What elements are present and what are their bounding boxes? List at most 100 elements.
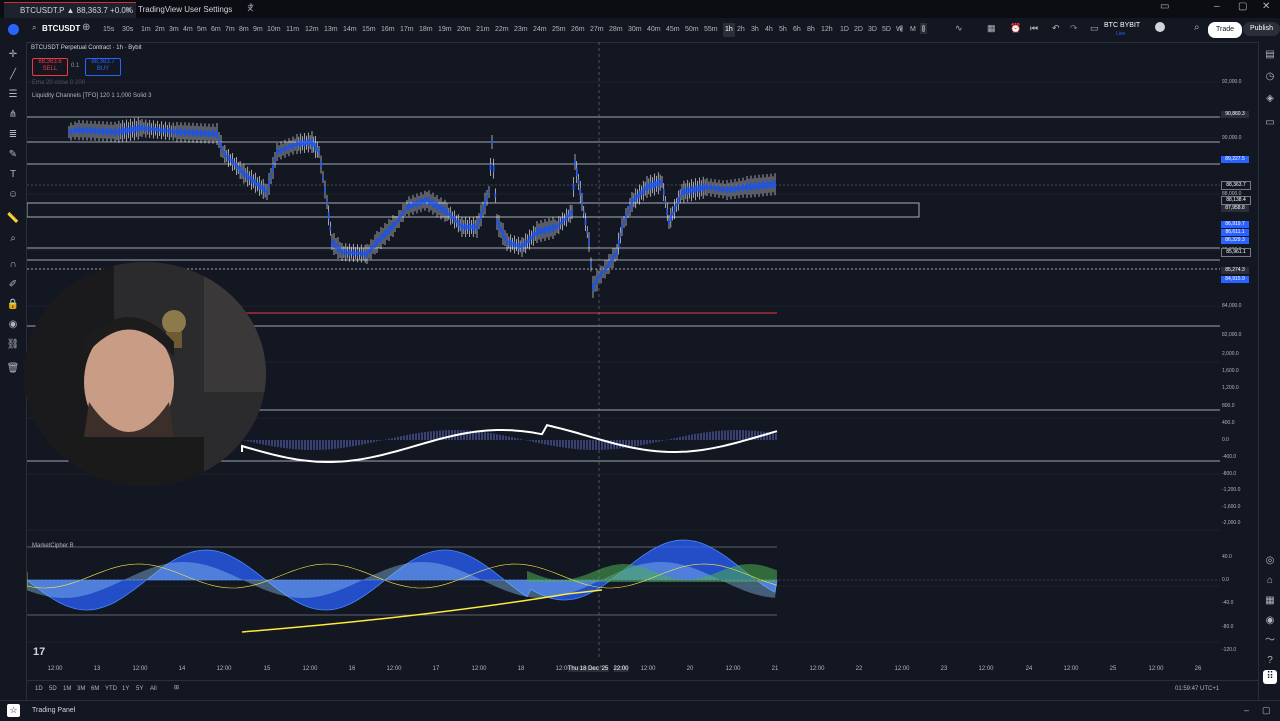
- calendar-icon[interactable]: ▦: [1263, 594, 1277, 608]
- indicator-legend[interactable]: Liquidity Channels [TFO] 120 1 1,000 Sol…: [32, 93, 151, 99]
- fib-icon[interactable]: ≣: [6, 128, 20, 142]
- timeframe-11m[interactable]: 11m: [286, 23, 299, 37]
- tradingview-logo[interactable]: 17: [33, 646, 45, 658]
- alert-icon[interactable]: ⏰: [1010, 23, 1021, 34]
- text-icon[interactable]: T: [6, 168, 20, 182]
- profile-icon[interactable]: [1155, 22, 1165, 32]
- close-window-icon[interactable]: ✕: [1262, 1, 1270, 12]
- range-6m[interactable]: 6M: [91, 686, 99, 692]
- redo-icon[interactable]: ↷: [1070, 23, 1078, 34]
- timeframe-16m[interactable]: 16m: [381, 23, 395, 37]
- timeframe-15s[interactable]: 15s: [103, 23, 114, 37]
- tab-btcusdt[interactable]: BTCUSDT.P ▲ 88,363.7 +0.0% ✕: [4, 2, 136, 18]
- compare-icon[interactable]: ⊕: [82, 22, 90, 33]
- symbol-search[interactable]: BTCUSDT: [42, 24, 80, 33]
- trash-icon[interactable]: 🗑: [6, 362, 20, 376]
- timeframe-15m[interactable]: 15m: [362, 23, 376, 37]
- timeframe-3h[interactable]: 3h: [751, 23, 759, 37]
- timeframe-50m[interactable]: 50m: [685, 23, 699, 37]
- timeframe-55m[interactable]: 55m: [704, 23, 718, 37]
- range-all[interactable]: All: [150, 686, 157, 692]
- timeframe-M[interactable]: M: [910, 23, 916, 37]
- undo-icon[interactable]: ↶: [1052, 23, 1060, 34]
- timeframe-4m[interactable]: 4m: [183, 23, 193, 37]
- search-icon[interactable]: ⌕: [32, 23, 36, 33]
- sell-button[interactable]: 88,363.6 SELL: [32, 58, 68, 76]
- timeframe-1h[interactable]: 1h: [723, 23, 735, 37]
- range-5y[interactable]: 5Y: [136, 686, 143, 692]
- price-axis[interactable]: 92,000.090,000.088,000.086,000.084,000.0…: [1220, 42, 1258, 660]
- alerts-icon[interactable]: ◷: [1263, 70, 1277, 84]
- timeframe-10m[interactable]: 10m: [267, 23, 281, 37]
- buy-button[interactable]: 88,363.7 BUY: [85, 58, 121, 76]
- timeframe-30m[interactable]: 30m: [628, 23, 642, 37]
- layers-icon[interactable]: ◈: [1263, 92, 1277, 106]
- range-ytd[interactable]: YTD: [105, 686, 117, 692]
- trade-button[interactable]: Trade: [1208, 22, 1243, 38]
- range-1m[interactable]: 1M: [63, 686, 71, 692]
- timeframe-6h[interactable]: 6h: [793, 23, 801, 37]
- cast-icon[interactable]: ▭: [1160, 1, 1169, 12]
- timeframe-2D[interactable]: 2D: [854, 23, 863, 37]
- replay-icon[interactable]: ⏮: [1030, 23, 1038, 34]
- ideas-icon[interactable]: ⌂: [1263, 574, 1277, 588]
- timeframe-21m[interactable]: 21m: [476, 23, 490, 37]
- timeframe-3D[interactable]: 3D: [868, 23, 877, 37]
- link-icon[interactable]: ⛓: [6, 338, 20, 352]
- timeframe-W[interactable]: W: [896, 23, 903, 37]
- tab-settings[interactable]: TradingView User Settings ✕: [122, 2, 258, 17]
- brush-icon[interactable]: ✎: [6, 148, 20, 162]
- timeframe-2h[interactable]: 2h: [737, 23, 745, 37]
- timeframe-18m[interactable]: 18m: [419, 23, 433, 37]
- horizontal-lines-icon[interactable]: ☰: [6, 88, 20, 102]
- lock-icon[interactable]: 🔒: [6, 298, 20, 312]
- timeframe-3m[interactable]: 3m: [169, 23, 179, 37]
- minimize-panel-icon[interactable]: –: [1244, 705, 1249, 715]
- time-axis[interactable]: 12:00 13 12:00 14 12:00 15 12:00 16 12:00 17 12:00…: [27, 664, 1220, 678]
- timeframe-26m[interactable]: 26m: [571, 23, 585, 37]
- timeframe-2m[interactable]: 2m: [155, 23, 165, 37]
- timeframe-20m[interactable]: 20m: [457, 23, 471, 37]
- watchlist-icon[interactable]: ▤: [1263, 48, 1277, 62]
- timeframe-27m[interactable]: 27m: [590, 23, 604, 37]
- grid-menu-icon[interactable]: ⠿: [1263, 670, 1277, 684]
- range-1d[interactable]: 1D: [35, 686, 43, 692]
- range-3m[interactable]: 3M: [77, 686, 85, 692]
- timeframe-5h[interactable]: 5h: [779, 23, 787, 37]
- signal-icon[interactable]: ◉: [1263, 614, 1277, 628]
- timeframe-19m[interactable]: 19m: [438, 23, 452, 37]
- zoom-icon[interactable]: ⌕: [6, 232, 20, 246]
- timeframe-5m[interactable]: 5m: [197, 23, 207, 37]
- avatar[interactable]: [8, 24, 19, 35]
- timeframe-22m[interactable]: 22m: [495, 23, 509, 37]
- pencil-lock-icon[interactable]: ✐: [6, 278, 20, 292]
- timeframe-5D[interactable]: 5D: [882, 23, 891, 37]
- timeframe-12h[interactable]: 12h: [821, 23, 833, 37]
- bar-style-icon[interactable]: ⫾: [920, 23, 927, 34]
- timeframe-9m[interactable]: 9m: [253, 23, 263, 37]
- pitchfork-icon[interactable]: ⋔: [6, 108, 20, 122]
- chat-icon[interactable]: ▭: [1263, 116, 1277, 130]
- timeframe-14m[interactable]: 14m: [343, 23, 357, 37]
- minimize-icon[interactable]: –: [1214, 1, 1220, 12]
- range-1y[interactable]: 1Y: [122, 686, 129, 692]
- stream-icon[interactable]: 〜: [1263, 634, 1277, 648]
- indicators-icon[interactable]: ∿: [955, 23, 963, 34]
- cursor-icon[interactable]: ✛: [6, 48, 20, 62]
- oscillator-legend[interactable]: MarketCipher B: [32, 543, 74, 549]
- new-tab-icon[interactable]: +: [248, 1, 254, 12]
- timeframe-6m[interactable]: 6m: [211, 23, 221, 37]
- publish-button[interactable]: Publish: [1243, 22, 1280, 36]
- symbol-legend[interactable]: BTCUSDT Perpetual Contract · 1h · Bybit: [31, 45, 142, 51]
- timeframe-28m[interactable]: 28m: [609, 23, 623, 37]
- timeframe-7m[interactable]: 7m: [225, 23, 235, 37]
- eye-icon[interactable]: ◉: [6, 318, 20, 332]
- emoji-icon[interactable]: ☺: [6, 188, 20, 202]
- ma-legend[interactable]: Ema 20 close 0 200: [32, 80, 85, 86]
- utc-clock[interactable]: 01:59:47 UTC+1: [1175, 686, 1219, 692]
- timeframe-1D[interactable]: 1D: [840, 23, 849, 37]
- timeframe-23m[interactable]: 23m: [514, 23, 528, 37]
- trading-panel-tab[interactable]: Trading Panel: [32, 707, 75, 714]
- maximize-icon[interactable]: ▢: [1238, 1, 1247, 12]
- timeframe-17m[interactable]: 17m: [400, 23, 414, 37]
